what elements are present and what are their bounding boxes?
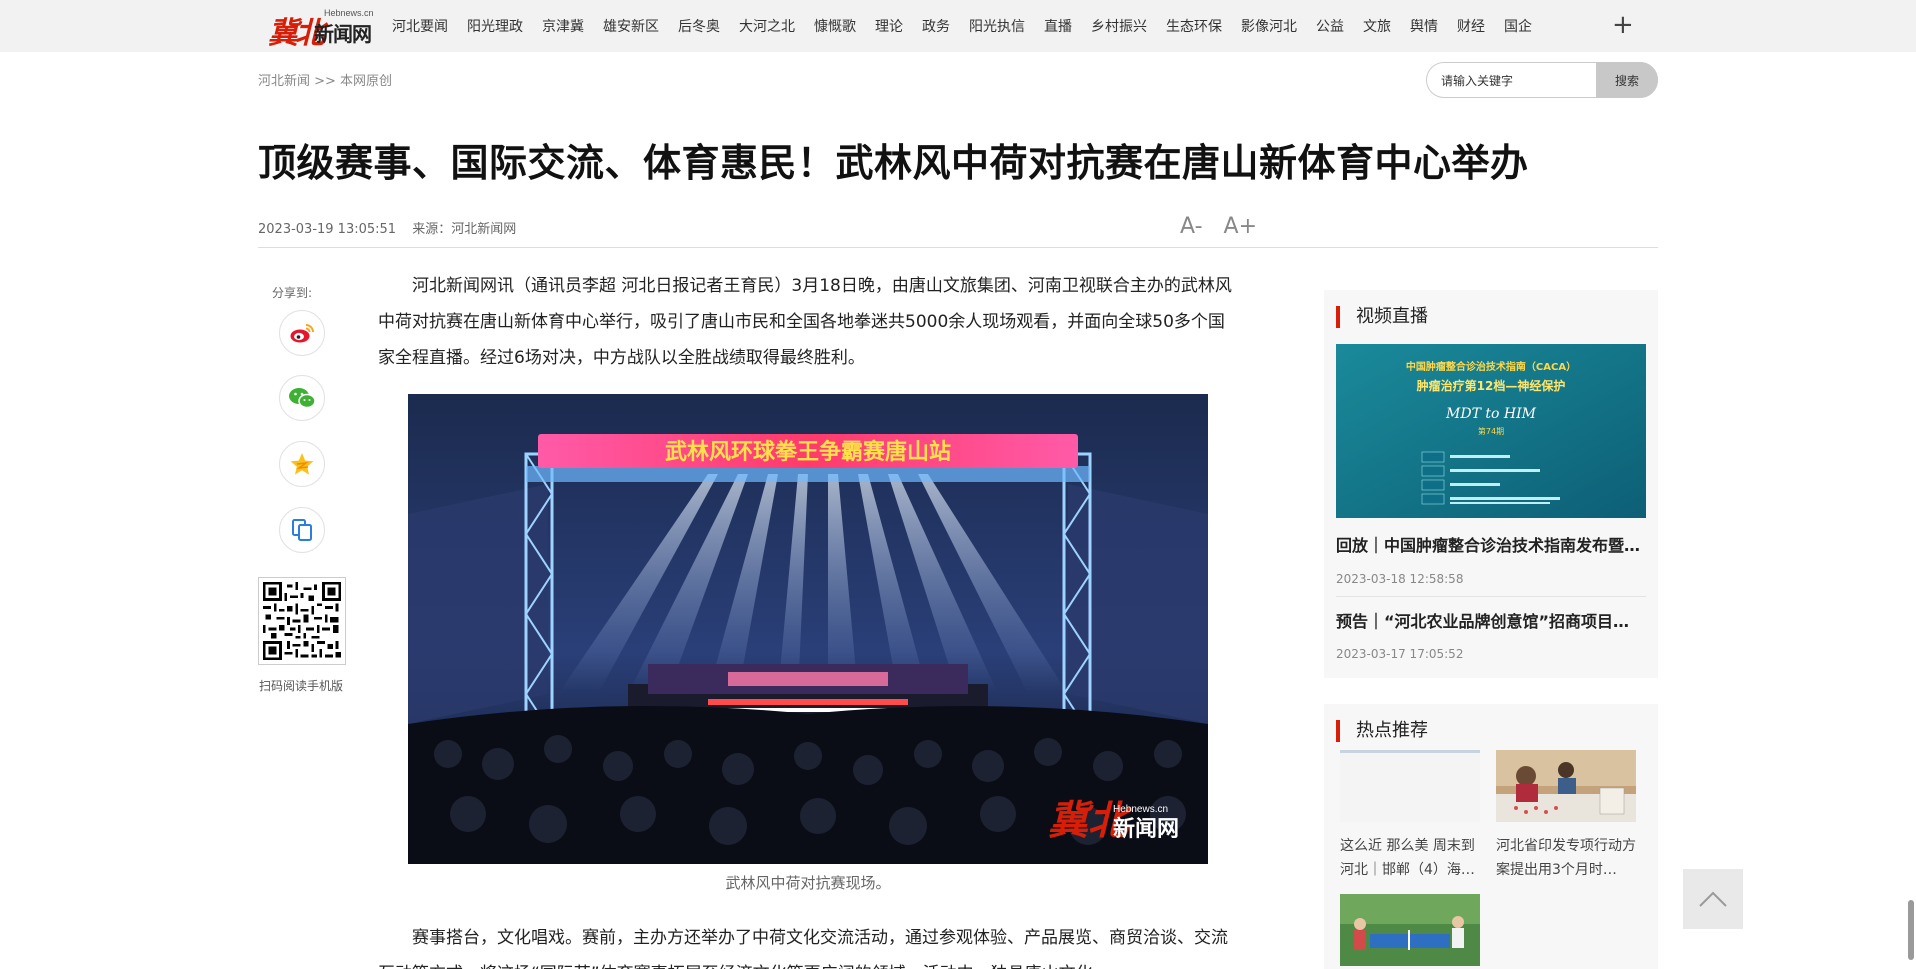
- nav-item-xiongan[interactable]: 雄安新区: [603, 16, 659, 36]
- video-poster-line-3: MDT to HIM: [1445, 406, 1537, 422]
- search-button[interactable]: 搜索: [1596, 62, 1658, 98]
- breadcrumb[interactable]: 河北新闻 >> 本网原创: [258, 70, 392, 89]
- watermark-en: Hebnews.cn: [1113, 804, 1168, 815]
- qr-code-image: [263, 582, 341, 660]
- article-title: 顶级赛事、国际交流、体育惠民！武林风中荷对抗赛在唐山新体育中心举办: [258, 141, 1529, 185]
- hot-panel-title: 热点推荐: [1336, 720, 1428, 742]
- video-item-2-title[interactable]: 预告｜“河北农业品牌创意馆”招商项目…: [1336, 608, 1646, 632]
- hot-recommend-panel: 热点推荐 这么近 那么美 周末到河北｜邯郸（4）海… 河北省印发专项行动方案提出…: [1324, 704, 1658, 969]
- copy-icon: [292, 519, 312, 541]
- hot-item-4-thumbnail[interactable]: [1496, 894, 1636, 898]
- nav-item-post-olympics[interactable]: 后冬奥: [678, 16, 720, 36]
- nav-item-theory[interactable]: 理论: [875, 16, 903, 36]
- mobile-qr-code: [258, 577, 346, 665]
- hot-item-1-image: [1340, 750, 1480, 822]
- search-input[interactable]: [1441, 71, 1591, 91]
- hot-item-2-thumbnail[interactable]: [1496, 750, 1636, 822]
- title-divider: [258, 247, 1658, 248]
- hot-item-2-image: [1496, 750, 1636, 822]
- article-photo[interactable]: 武林风环球拳王争霸赛唐山站 冀北 Hebnews.cn 新闻网: [408, 394, 1208, 864]
- article-paragraph-2: 赛事搭台，文化唱戏。赛前，主办方还举办了中荷文化交流活动，通过参观体验、产品展览…: [378, 928, 1228, 969]
- hot-item-3-thumbnail[interactable]: [1340, 894, 1480, 966]
- chevron-up-icon: [1699, 891, 1727, 907]
- nav-item-sunshine-governance[interactable]: 阳光理政: [467, 16, 523, 36]
- video-item-separator: [1336, 596, 1646, 597]
- nav-item-live[interactable]: 直播: [1044, 16, 1072, 36]
- share-weibo-button[interactable]: [279, 310, 325, 356]
- nav-item-government[interactable]: 政务: [922, 16, 950, 36]
- nav-item-jingjinji[interactable]: 京津冀: [542, 16, 584, 36]
- nav-item-dahe-north[interactable]: 大河之北: [739, 16, 795, 36]
- back-to-top-button[interactable]: [1683, 869, 1743, 929]
- weibo-icon: [290, 324, 314, 343]
- article-meta: 2023-03-19 13:05:51 来源：河北新闻网: [258, 218, 528, 237]
- nav-item-ecology[interactable]: 生态环保: [1166, 16, 1222, 36]
- photo-caption: 武林风中荷对抗赛现场。: [725, 874, 891, 892]
- font-size-controls: A- A+: [1180, 214, 1271, 239]
- video-item-2-time: 2023-03-17 17:05:52: [1336, 647, 1464, 661]
- nav-more-icon[interactable]: +: [1612, 11, 1634, 39]
- share-qzone-button[interactable]: [279, 441, 325, 487]
- nav-item-image-hebei[interactable]: 影像河北: [1241, 16, 1297, 36]
- top-navigation-bar: 冀北 Hebnews.cn 新闻网 河北要闻 阳光理政 京津冀 雄安新区 后冬奥…: [0, 0, 1916, 52]
- boxing-arena-image: 武林风环球拳王争霸赛唐山站 冀北 Hebnews.cn 新闻网: [408, 394, 1208, 864]
- nav-item-kangkaige[interactable]: 慷慨歌: [814, 16, 856, 36]
- search-box: 搜索: [1426, 62, 1658, 98]
- nav-item-culture-tourism[interactable]: 文旅: [1363, 16, 1391, 36]
- nav-item-sunshine-credit[interactable]: 阳光执信: [969, 16, 1025, 36]
- share-copy-link-button[interactable]: [279, 507, 325, 553]
- video-live-panel: 视频直播 中国肿瘤整合诊治技术指南（CACA） 肿瘤治疗第12档—神经保护 MD…: [1324, 290, 1658, 678]
- share-label: 分享到:: [272, 286, 313, 300]
- article-paragraph-1: 河北新闻网讯（通讯员李超 河北日报记者王育民）3月18日晚，由唐山文旅集团、河南…: [378, 276, 1232, 368]
- font-larger-button[interactable]: A+: [1224, 214, 1257, 239]
- share-wechat-button[interactable]: [279, 375, 325, 421]
- video-thumbnail[interactable]: 中国肿瘤整合诊治技术指南（CACA） 肿瘤治疗第12档—神经保护 MDT to …: [1336, 344, 1646, 518]
- qzone-star-icon: [290, 453, 314, 475]
- hot-item-2-caption[interactable]: 河北省印发专项行动方案提出用3个月时…: [1496, 834, 1636, 882]
- video-poster-line-1: 中国肿瘤整合诊治技术指南（CACA）: [1406, 360, 1576, 373]
- video-item-1-title[interactable]: 回放｜中国肿瘤整合诊治技术指南发布暨…: [1336, 532, 1646, 556]
- nav-item-public-welfare[interactable]: 公益: [1316, 16, 1344, 36]
- hot-item-1-caption[interactable]: 这么近 那么美 周末到河北｜邯郸（4）海…: [1340, 834, 1480, 882]
- main-nav: 河北要闻 阳光理政 京津冀 雄安新区 后冬奥 大河之北 慷慨歌 理论 政务 阳光…: [392, 0, 1551, 52]
- font-smaller-button[interactable]: A-: [1180, 214, 1203, 239]
- video-poster-line-4: 第74期: [1478, 426, 1504, 436]
- article-source: 来源：河北新闻网: [412, 222, 517, 237]
- nav-item-finance[interactable]: 财经: [1457, 16, 1485, 36]
- logo-en: Hebnews.cn: [324, 8, 374, 18]
- article-date: 2023-03-19 13:05:51: [258, 222, 397, 237]
- video-panel-title: 视频直播: [1336, 306, 1428, 328]
- photo-banner-text: 武林风环球拳王争霸赛唐山站: [665, 439, 951, 465]
- hot-item-1-thumbnail[interactable]: [1340, 750, 1480, 822]
- nav-item-state-enterprise[interactable]: 国企: [1504, 16, 1532, 36]
- nav-item-public-opinion[interactable]: 舆情: [1410, 16, 1438, 36]
- nav-item-hebei-news[interactable]: 河北要闻: [392, 16, 448, 36]
- video-poster-line-2: 肿瘤治疗第12档—神经保护: [1417, 378, 1566, 393]
- video-item-1-time: 2023-03-18 12:58:58: [1336, 572, 1464, 586]
- page-scrollbar[interactable]: [1908, 900, 1914, 960]
- wechat-icon: [289, 388, 316, 409]
- nav-item-rural[interactable]: 乡村振兴: [1091, 16, 1147, 36]
- hot-item-3-image: [1340, 894, 1480, 966]
- logo-text: 新闻网: [314, 22, 372, 46]
- video-poster-image: 中国肿瘤整合诊治技术指南（CACA） 肿瘤治疗第12档—神经保护 MDT to …: [1336, 344, 1646, 518]
- qr-label: 扫码阅读手机版: [259, 679, 344, 693]
- watermark-text: 新闻网: [1113, 816, 1179, 842]
- site-logo[interactable]: 冀北 Hebnews.cn 新闻网: [268, 4, 376, 51]
